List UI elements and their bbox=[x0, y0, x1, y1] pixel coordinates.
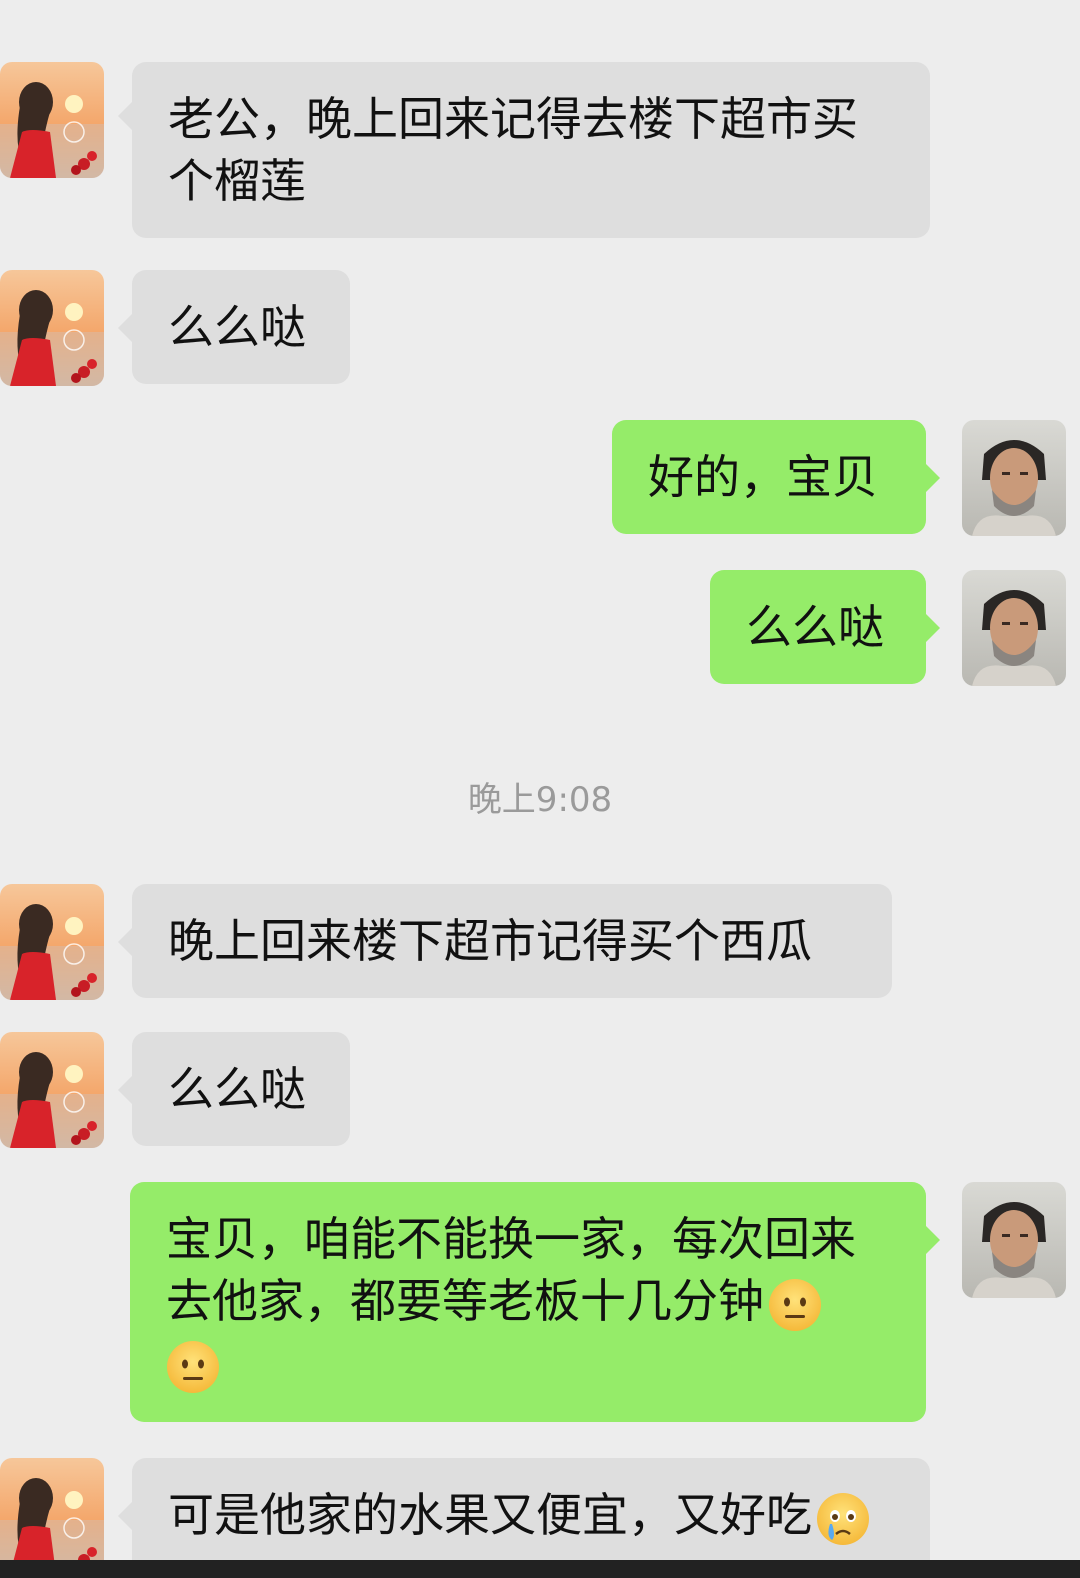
message-text-line: 么么哒 bbox=[746, 600, 884, 654]
message-text-line: 晚上回来楼下超市记得买个西瓜 bbox=[168, 914, 812, 968]
bubble-tail bbox=[118, 1076, 132, 1104]
neutral-face-emoji-icon bbox=[769, 1278, 821, 1331]
outgoing-message-bubble[interactable]: 么么哒 bbox=[710, 570, 926, 684]
man-avatar[interactable] bbox=[962, 420, 1066, 536]
woman-avatar[interactable] bbox=[0, 62, 104, 178]
bubble-tail bbox=[926, 464, 940, 492]
bubble-tail bbox=[118, 1502, 132, 1530]
message-text-line: 么么哒 bbox=[168, 300, 306, 354]
woman-avatar[interactable] bbox=[0, 270, 104, 386]
incoming-message-bubble[interactable]: 么么哒 bbox=[132, 270, 350, 384]
message-text-line: 老公，晚上回来记得去楼下超市买 bbox=[168, 92, 858, 146]
crying-face-emoji-icon bbox=[816, 1491, 870, 1546]
woman-avatar[interactable] bbox=[0, 1458, 104, 1574]
message-text-line: 么么哒 bbox=[168, 1062, 306, 1116]
bubble-tail bbox=[926, 1226, 940, 1254]
incoming-message-bubble[interactable]: 么么哒 bbox=[132, 1032, 350, 1146]
message-text-line: 去他家，都要等老板十几分钟 bbox=[166, 1274, 764, 1328]
man-avatar[interactable] bbox=[962, 1182, 1066, 1298]
bubble-tail bbox=[118, 928, 132, 956]
chat-timestamp: 晚上9:08 bbox=[467, 780, 613, 820]
man-avatar[interactable] bbox=[962, 570, 1066, 686]
message-text-line: 宝贝，咱能不能换一家，每次回来 bbox=[166, 1212, 856, 1266]
woman-avatar[interactable] bbox=[0, 1032, 104, 1148]
woman-avatar[interactable] bbox=[0, 884, 104, 1000]
bottom-edge-bar bbox=[0, 1560, 1080, 1578]
message-text-line: 可是他家的水果又便宜，又好吃 bbox=[168, 1488, 812, 1542]
neutral-face-emoji-icon bbox=[167, 1340, 219, 1393]
outgoing-message-bubble[interactable]: 宝贝，咱能不能换一家，每次回来 去他家，都要等老板十几分钟 bbox=[130, 1182, 926, 1422]
outgoing-message-bubble[interactable]: 好的，宝贝 bbox=[612, 420, 926, 534]
message-text-line: 好的，宝贝 bbox=[648, 450, 878, 504]
bubble-tail bbox=[118, 102, 132, 130]
incoming-message-bubble[interactable]: 老公，晚上回来记得去楼下超市买 个榴莲 bbox=[132, 62, 930, 238]
bubble-tail bbox=[926, 614, 940, 642]
message-text-line: 个榴莲 bbox=[168, 154, 306, 208]
incoming-message-bubble[interactable]: 晚上回来楼下超市记得买个西瓜 bbox=[132, 884, 892, 998]
bubble-tail bbox=[118, 314, 132, 342]
